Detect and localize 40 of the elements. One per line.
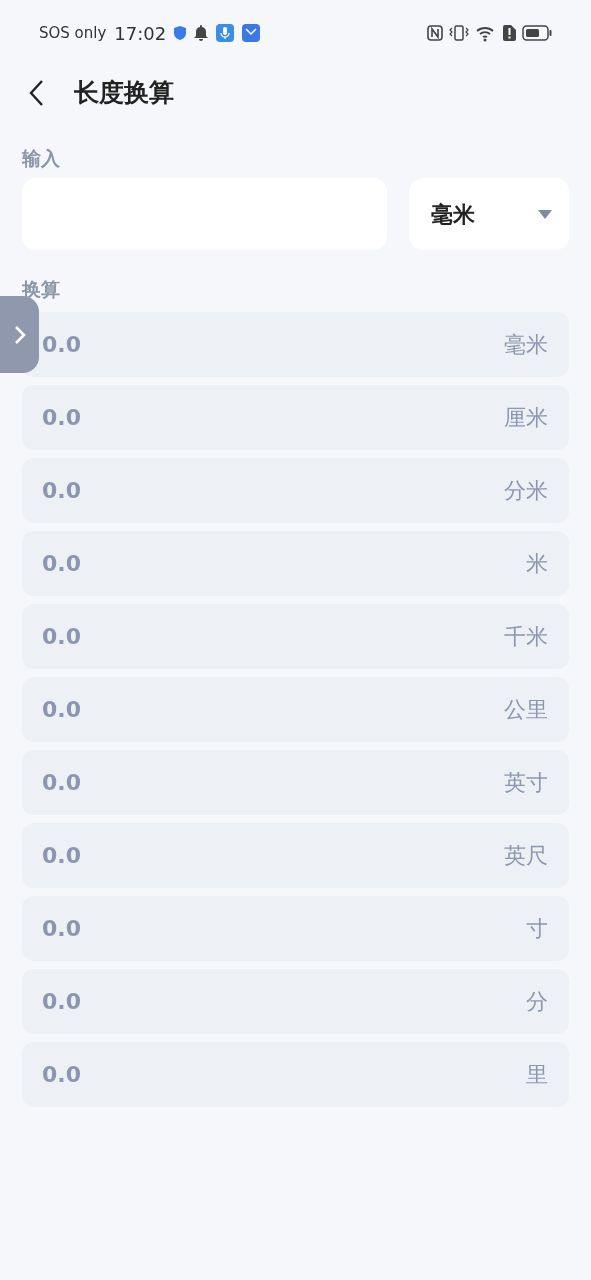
unit-label: 寸 [526, 915, 548, 943]
carrier-text: SOS only [39, 22, 107, 44]
vibrate-icon [449, 25, 469, 41]
side-panel-handle[interactable] [0, 296, 39, 373]
input-label: 输入 [22, 146, 61, 171]
app-icon [242, 24, 261, 42]
unit-label: 分米 [504, 477, 548, 505]
back-icon [28, 79, 44, 107]
result-value: 0.0 [42, 1061, 81, 1089]
result-value: 0.0 [42, 404, 81, 432]
results-label: 换算 [22, 277, 61, 302]
nfc-icon [427, 25, 443, 41]
page-title: 长度换算 [74, 77, 174, 110]
result-value: 0.0 [42, 769, 81, 797]
result-value: 0.0 [42, 842, 81, 870]
result-value: 0.0 [42, 623, 81, 651]
unit-label: 英尺 [504, 842, 548, 870]
result-value: 0.0 [42, 331, 81, 359]
unit-dropdown[interactable]: 毫米 [409, 178, 569, 250]
clock-time: 17:02 [114, 21, 167, 46]
sim-alert-icon [503, 25, 516, 41]
unit-label: 千米 [504, 623, 548, 651]
unit-label: 里 [526, 1061, 548, 1089]
microphone-icon [216, 24, 235, 42]
unit-label: 米 [526, 550, 548, 578]
bell-icon [194, 25, 209, 41]
chevron-right-icon [13, 324, 26, 345]
unit-label: 公里 [504, 696, 548, 724]
unit-label: 分 [526, 988, 548, 1016]
result-value: 0.0 [42, 988, 81, 1016]
unit-label: 厘米 [504, 404, 548, 432]
battery-icon [522, 25, 552, 41]
result-value: 0.0 [42, 915, 81, 943]
result-value: 0.0 [42, 477, 81, 505]
unit-label: 英寸 [504, 769, 548, 797]
result-value: 0.0 [42, 550, 81, 578]
result-value: 0.0 [42, 696, 81, 724]
dropdown-arrow-icon [537, 208, 553, 220]
shield-icon [174, 26, 187, 40]
unit-label: 毫米 [504, 331, 548, 359]
